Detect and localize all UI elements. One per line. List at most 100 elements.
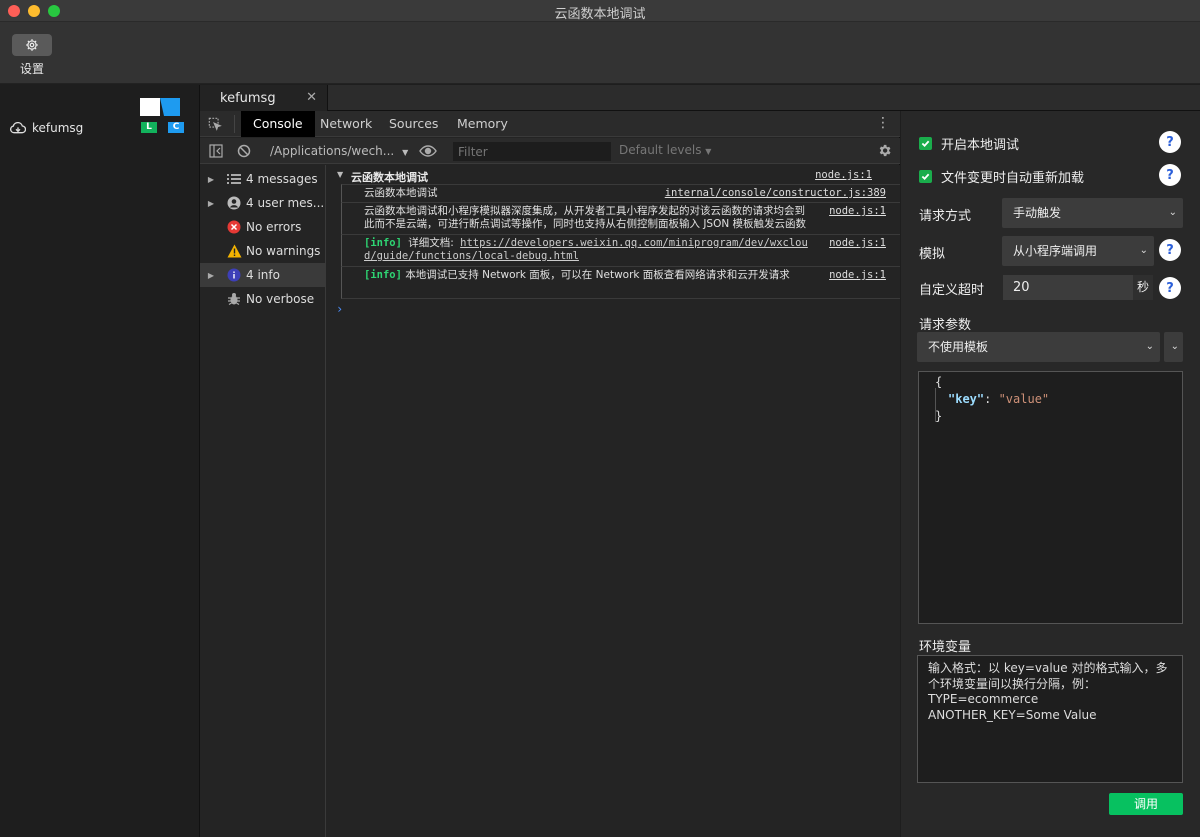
template-select[interactable]: 不使用模板 ⌄ <box>917 332 1160 362</box>
console-message: 云函数本地调试 internal/console/constructor.js:… <box>341 184 900 202</box>
log-levels-dropdown[interactable]: Default levels ▼ <box>619 143 711 157</box>
context-select[interactable]: /Applications/wech... ▼ <box>270 142 410 160</box>
checkmark-icon <box>921 140 930 148</box>
expand-arrow-icon: ▶ <box>207 270 215 280</box>
sidebar-item-info[interactable]: ▶ 4 info <box>200 263 325 287</box>
message-body: 本地调试已支持 Network 面板，可以在 Network 面板查看网络请求和… <box>405 269 790 281</box>
simulate-label: 模拟 <box>919 247 946 262</box>
timeout-unit: 秒 <box>1133 275 1153 300</box>
source-link[interactable]: node.js:1 <box>815 169 872 181</box>
enable-local-debug-label: 开启本地调试 <box>941 138 1020 153</box>
tab-kefumsg[interactable]: kefumsg ✕ <box>200 85 328 111</box>
console-group-header[interactable]: ▼ 云函数本地调试 node.js:1 <box>327 169 900 184</box>
source-link[interactable]: internal/console/constructor.js:389 <box>665 187 886 199</box>
filter-input[interactable] <box>453 142 611 161</box>
sidebar-item-label: 4 info <box>246 268 280 282</box>
devtools-panel: Console Network Sources Memory ⋮ /Applic… <box>200 111 900 837</box>
user-icon <box>222 196 246 210</box>
tab-console[interactable]: Console <box>241 111 315 137</box>
message-body: 详细文档: <box>408 237 454 249</box>
toolbar: 设置 <box>0 22 1200 84</box>
sidebar-item-verbose[interactable]: No verbose <box>200 287 325 311</box>
chevron-down-icon: ⌄ <box>1168 207 1177 218</box>
console-sidebar: ▶ 4 messages ▶ 4 user mes... No errors N… <box>200 165 326 837</box>
simulate-select[interactable]: 从小程序端调用 ⌄ <box>1002 236 1154 266</box>
console-message: 云函数本地调试和小程序模拟器深度集成，从开发者工具小程序发起的对该云函数的请求均… <box>341 202 900 234</box>
warning-icon <box>222 244 246 258</box>
console-message: [info] 详细文档: https://developers.weixin.q… <box>341 234 900 266</box>
function-name: kefumsg <box>32 121 84 135</box>
sidebar-item-label: No errors <box>246 220 302 234</box>
source-link[interactable]: node.js:1 <box>829 269 886 281</box>
console-settings-gear-icon[interactable] <box>877 143 892 158</box>
auto-reload-row: 文件变更时自动重新加载 <box>919 167 1084 186</box>
checkmark-icon <box>921 173 930 181</box>
info-tag: [info] <box>364 237 402 249</box>
settings-label: 设置 <box>19 62 44 76</box>
template-options-button[interactable]: ⌄ <box>1164 332 1183 362</box>
chevron-down-icon: ⌄ <box>1145 341 1154 352</box>
console-message: [info] 本地调试已支持 Network 面板，可以在 Network 面板… <box>341 266 900 298</box>
expand-arrow-icon: ▶ <box>207 198 215 208</box>
function-sidebar: L C kefumsg <box>0 85 200 837</box>
function-item-kefumsg[interactable]: kefumsg <box>10 121 83 135</box>
sidebar-item-label: 4 messages <box>246 172 318 186</box>
context-value: /Applications/wech... <box>270 144 395 158</box>
timeout-label: 自定义超时 <box>919 283 985 298</box>
help-icon[interactable]: ? <box>1159 164 1181 186</box>
request-method-select[interactable]: 手动触发 ⌄ <box>1002 198 1183 228</box>
help-icon[interactable]: ? <box>1159 239 1181 261</box>
source-link[interactable]: node.js:1 <box>829 205 886 217</box>
clear-console-icon[interactable] <box>237 144 251 158</box>
json-pair: "key": "value" <box>948 392 1049 406</box>
enable-local-debug-checkbox[interactable] <box>919 137 932 150</box>
chevron-down-icon: ▼ <box>402 148 409 157</box>
console-output: ▼ 云函数本地调试 node.js:1 云函数本地调试 internal/con… <box>327 165 900 837</box>
list-icon <box>222 174 246 184</box>
sidebar-toggle-icon[interactable] <box>209 144 223 158</box>
json-open-brace: { <box>935 375 943 389</box>
message-text: [info] 本地调试已支持 Network 面板，可以在 Network 面板… <box>364 269 809 282</box>
collapse-arrow-icon: ▼ <box>337 170 344 179</box>
tab-network[interactable]: Network <box>320 111 372 137</box>
json-close-brace: } <box>935 409 943 423</box>
json-key: "key" <box>948 392 985 406</box>
sidebar-item-errors[interactable]: No errors <box>200 215 325 239</box>
tab-label: kefumsg <box>220 90 276 106</box>
gear-icon <box>26 39 38 51</box>
request-method-label: 请求方式 <box>919 209 972 224</box>
bug-icon <box>222 292 246 306</box>
env-vars-textarea[interactable]: 输入格式：以 key=value 对的格式输入，多个环境变量间以换行分隔，例： … <box>917 655 1183 783</box>
template-value: 不使用模板 <box>928 340 989 354</box>
tab-memory[interactable]: Memory <box>457 111 508 137</box>
env-placeholder-line: 输入格式：以 key=value 对的格式输入，多个环境变量间以换行分隔，例： <box>928 661 1168 691</box>
console-toolbar: /Applications/wech... ▼ Default levels ▼ <box>200 138 900 164</box>
close-tab-icon[interactable]: ✕ <box>306 90 317 105</box>
sidebar-item-warnings[interactable]: No warnings <box>200 239 325 263</box>
help-icon[interactable]: ? <box>1159 131 1181 153</box>
message-text: 云函数本地调试和小程序模拟器深度集成，从开发者工具小程序发起的对该云函数的请求均… <box>364 205 807 230</box>
enable-local-debug-row: 开启本地调试 <box>919 134 1019 153</box>
window-title: 云函数本地调试 <box>554 7 646 22</box>
env-placeholder-line: ANOTHER_KEY=Some Value <box>928 707 1097 722</box>
help-icon[interactable]: ? <box>1159 277 1181 299</box>
json-params-editor[interactable]: { "key": "value" } <box>918 371 1183 624</box>
sidebar-item-user-messages[interactable]: ▶ 4 user mes... <box>200 191 325 215</box>
tab-sources[interactable]: Sources <box>389 111 438 137</box>
settings-button[interactable] <box>12 34 52 56</box>
timeout-input[interactable]: 20 <box>1003 275 1133 300</box>
inspect-element-icon[interactable] <box>208 117 222 131</box>
eye-icon[interactable] <box>419 144 437 158</box>
invoke-button[interactable]: 调用 <box>1109 793 1183 815</box>
source-link[interactable]: node.js:1 <box>829 237 886 249</box>
json-colon: : <box>984 392 999 406</box>
sidebar-item-messages[interactable]: ▶ 4 messages <box>200 167 325 191</box>
sidebar-item-label: No warnings <box>246 244 321 258</box>
message-text: [info] 详细文档: https://developers.weixin.q… <box>364 237 809 263</box>
auto-reload-checkbox[interactable] <box>919 170 932 183</box>
console-prompt[interactable]: › <box>336 302 343 316</box>
sidebar-item-label: No verbose <box>246 292 315 306</box>
levels-label: Default levels <box>619 143 702 157</box>
info-tag: [info] <box>364 269 402 281</box>
more-options-icon[interactable]: ⋮ <box>876 115 890 131</box>
